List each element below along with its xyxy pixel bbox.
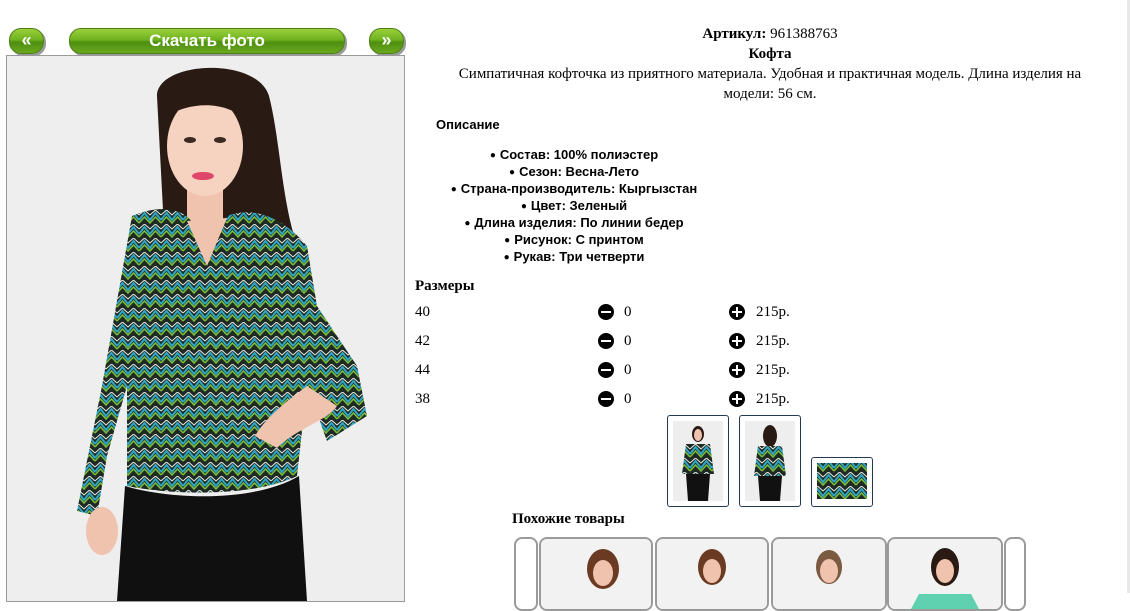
spec-item: ● Состав: 100% полиэстер	[436, 147, 712, 164]
minus-circle-icon[interactable]	[598, 333, 614, 349]
sizes-heading: Размеры	[415, 278, 475, 294]
size-price: 215р.	[756, 362, 790, 378]
article-value: 961388763	[770, 26, 838, 42]
main-product-photo	[6, 55, 405, 602]
size-label: 44	[415, 362, 430, 378]
prev-photo-button[interactable]: «	[9, 28, 44, 54]
size-row: 38 0 215р.	[415, 388, 815, 410]
product-description: Симпатичная кофточка из приятного матери…	[458, 66, 1082, 102]
minus-circle-icon[interactable]	[598, 304, 614, 320]
similar-product-card[interactable]	[655, 537, 769, 611]
size-label: 42	[415, 333, 430, 349]
spec-item: ● Рисунок: С принтом	[436, 232, 712, 249]
size-row: 44 0 215р.	[415, 359, 815, 381]
photo-thumbnail-front[interactable]	[667, 415, 729, 507]
spec-text: Сезон: Весна-Лето	[519, 164, 639, 179]
thumbnail-image	[673, 421, 723, 501]
plus-circle-icon[interactable]	[729, 362, 745, 378]
bullet-icon: ●	[509, 167, 516, 178]
spec-item: ● Цвет: Зеленый	[436, 198, 712, 215]
photo-thumbnail-fabric[interactable]	[811, 457, 873, 507]
next-photo-button[interactable]: »	[369, 28, 404, 54]
similar-product-image	[773, 539, 885, 609]
bullet-icon: ●	[503, 252, 510, 263]
product-specs-list: ● Состав: 100% полиэстер ● Сезон: Весна-Ле…	[436, 147, 712, 266]
size-row: 40 0 215р.	[415, 301, 815, 323]
similar-product-image	[889, 539, 1001, 609]
similar-scroll-left[interactable]	[514, 537, 538, 611]
size-price: 215р.	[756, 391, 790, 407]
bullet-icon: ●	[504, 235, 511, 246]
download-photo-button[interactable]: Скачать фото	[69, 28, 345, 54]
bullet-icon: ●	[450, 184, 457, 195]
spec-item: ● Длина изделия: По линии бедер	[436, 215, 712, 232]
similar-product-image	[541, 539, 651, 609]
size-price: 215р.	[756, 304, 790, 320]
similar-products-heading: Похожие товары	[512, 511, 625, 527]
article-label: Артикул:	[702, 26, 767, 42]
similar-product-card[interactable]	[539, 537, 653, 611]
spec-text: Цвет: Зеленый	[530, 198, 628, 213]
similar-scroll-right[interactable]	[1004, 537, 1026, 611]
spec-text: Состав: 100% полиэстер	[499, 147, 659, 162]
product-name-text: Кофта	[748, 46, 792, 62]
quantity-value: 0	[624, 333, 632, 349]
bullet-icon: ●	[489, 150, 496, 161]
photo-thumbnail-back[interactable]	[739, 415, 801, 507]
spec-item: ● Сезон: Весна-Лето	[436, 164, 712, 181]
description-heading: Описание	[436, 117, 500, 132]
plus-circle-icon[interactable]	[729, 391, 745, 407]
spec-text: Длина изделия: По линии бедер	[474, 215, 684, 230]
minus-circle-icon[interactable]	[598, 362, 614, 378]
plus-circle-icon[interactable]	[729, 333, 745, 349]
model-photo-image	[7, 56, 404, 601]
plus-circle-icon[interactable]	[729, 304, 745, 320]
spec-item: ● Страна-производитель: Кыргызстан	[436, 181, 712, 198]
article-line: Артикул: 961388763	[410, 24, 1130, 44]
bullet-icon: ●	[464, 218, 471, 229]
thumbnail-image	[745, 421, 795, 501]
spec-text: Рисунок: С принтом	[514, 232, 644, 247]
minus-circle-icon[interactable]	[598, 391, 614, 407]
size-label: 40	[415, 304, 430, 320]
spec-text: Страна-производитель: Кыргызстан	[460, 181, 698, 196]
size-row: 42 0 215р.	[415, 330, 815, 352]
similar-product-image	[657, 539, 767, 609]
quantity-value: 0	[624, 304, 632, 320]
size-price: 215р.	[756, 333, 790, 349]
spec-text: Рукав: Три четверти	[513, 249, 645, 264]
quantity-value: 0	[624, 391, 632, 407]
spec-item: ● Рукав: Три четверти	[436, 249, 712, 266]
size-label: 38	[415, 391, 430, 407]
quantity-value: 0	[624, 362, 632, 378]
thumbnail-image	[817, 463, 867, 499]
product-name: Кофта	[410, 44, 1130, 64]
bullet-icon: ●	[520, 201, 527, 212]
similar-product-card[interactable]	[887, 537, 1003, 611]
similar-product-card[interactable]	[771, 537, 887, 611]
